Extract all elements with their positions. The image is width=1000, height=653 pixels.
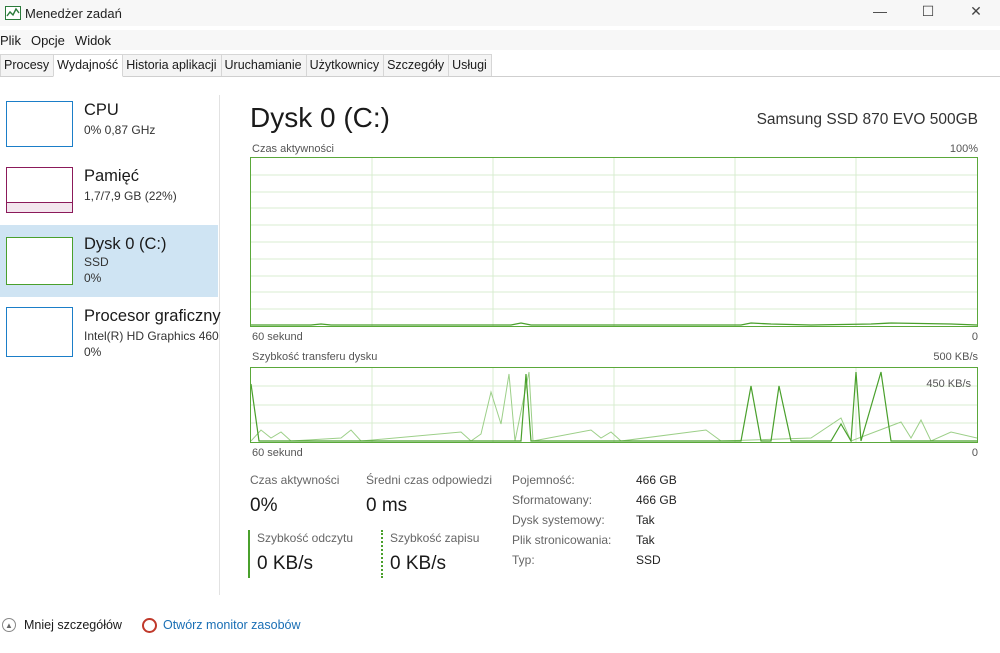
sidebar-item-detail: Intel(R) HD Graphics 460	[84, 329, 219, 343]
gpu-thumbnail-graph	[6, 307, 73, 357]
read-speed-indicator	[248, 530, 250, 578]
performance-sidebar: CPU 0% 0,87 GHz Pamięć 1,7/7,9 GB (22%) …	[0, 95, 221, 595]
sidebar-item-label: Dysk 0 (C:)	[84, 235, 167, 253]
active-time-graph-label: Czas aktywności	[252, 143, 334, 155]
capacity-label: Pojemność:	[512, 473, 575, 487]
formatted-value: 466 GB	[636, 493, 677, 507]
fewer-details-label: Mniej szczegółów	[24, 618, 122, 632]
footer-bar: ▲ Mniej szczegółów Otwórz monitor zasobó…	[0, 612, 1000, 638]
avg-response-stat-value: 0 ms	[366, 495, 408, 516]
page-title: Dysk 0 (C:)	[250, 102, 390, 133]
sidebar-item-label: Pamięć	[84, 167, 140, 185]
chevron-up-icon: ▲	[2, 618, 16, 632]
tab-bar: Procesy Wydajność Historia aplikacji Uru…	[0, 54, 1000, 77]
sidebar-item-cpu[interactable]: CPU 0% 0,87 GHz	[0, 95, 218, 167]
type-label: Typ:	[512, 553, 535, 567]
page-file-label: Plik stronicowania:	[512, 533, 612, 547]
menu-view[interactable]: Widok	[75, 33, 116, 48]
open-resource-monitor-link[interactable]: Otwórz monitor zasobów	[141, 617, 301, 633]
sidebar-item-label: Procesor graficzny	[84, 307, 221, 325]
title-bar: Menedżer zadań — ☐ ✕	[0, 0, 1000, 26]
write-speed-stat-value: 0 KB/s	[390, 553, 446, 574]
capacity-value: 466 GB	[636, 473, 677, 487]
transfer-rate-graph-timespan: 60 sekund	[252, 447, 303, 459]
sidebar-item-memory[interactable]: Pamięć 1,7/7,9 GB (22%)	[0, 161, 218, 233]
memory-usage-fill	[7, 202, 72, 212]
transfer-rate-graph-label: Szybkość transferu dysku	[252, 351, 378, 363]
sidebar-item-detail: 1,7/7,9 GB (22%)	[84, 189, 177, 203]
maximize-button[interactable]: ☐	[904, 0, 952, 22]
type-value: SSD	[636, 553, 661, 567]
open-resource-monitor-label: Otwórz monitor zasobów	[162, 618, 301, 632]
transfer-rate-graph-max: 500 KB/s	[933, 351, 978, 363]
tab-performance[interactable]: Wydajność	[53, 54, 124, 77]
memory-thumbnail-graph	[6, 167, 73, 213]
tab-users[interactable]: Użytkownicy	[305, 54, 385, 76]
write-speed-indicator	[381, 530, 383, 578]
window-controls: — ☐ ✕	[856, 0, 1000, 22]
window-title: Menedżer zadań	[25, 5, 122, 21]
tab-processes[interactable]: Procesy	[0, 54, 55, 76]
page-file-value: Tak	[636, 533, 655, 547]
disk-thumbnail-graph	[6, 237, 73, 285]
active-time-stat-value: 0%	[250, 495, 278, 516]
fewer-details-button[interactable]: ▲ Mniej szczegółów	[0, 618, 122, 632]
active-time-graph-plot	[251, 158, 977, 326]
graph-grid	[251, 368, 977, 442]
read-speed-stat-value: 0 KB/s	[257, 553, 313, 574]
active-time-stat-label: Czas aktywności	[250, 473, 340, 487]
cpu-thumbnail-graph	[6, 101, 73, 147]
system-disk-value: Tak	[636, 513, 655, 527]
formatted-label: Sformatowany:	[512, 493, 593, 507]
close-button[interactable]: ✕	[952, 0, 1000, 22]
menu-file[interactable]: Plik	[0, 33, 26, 48]
menu-bar: Plik Opcje Widok	[0, 30, 1000, 50]
write-speed-stat-label: Szybkość zapisu	[390, 531, 480, 545]
sidebar-item-usage: 0%	[84, 271, 102, 285]
tab-startup[interactable]: Uruchamianie	[220, 54, 307, 76]
sidebar-item-gpu[interactable]: Procesor graficzny Intel(R) HD Graphics …	[0, 301, 221, 373]
sidebar-item-detail: 0% 0,87 GHz	[84, 123, 156, 137]
transfer-rate-graph: 450 KB/s	[250, 367, 978, 443]
device-model: Samsung SSD 870 EVO 500GB	[756, 111, 978, 128]
active-time-graph-min: 0	[971, 331, 978, 343]
menu-options[interactable]: Opcje	[31, 33, 70, 48]
transfer-rate-inner-scale: 450 KB/s	[926, 378, 971, 390]
minimize-button[interactable]: —	[856, 0, 904, 22]
read-speed-stat-label: Szybkość odczytu	[257, 531, 354, 545]
avg-response-stat-label: Średni czas odpowiedzi	[366, 473, 493, 487]
transfer-rate-graph-min: 0	[971, 447, 978, 459]
active-time-graph-max: 100%	[949, 143, 978, 155]
tab-app-history[interactable]: Historia aplikacji	[122, 54, 222, 76]
transfer-rate-graph-plot	[251, 368, 977, 442]
sidebar-item-detail: SSD	[84, 255, 109, 269]
task-manager-icon	[5, 6, 21, 20]
resource-monitor-icon	[141, 617, 157, 633]
tab-details[interactable]: Szczegóły	[383, 54, 450, 76]
active-time-graph-timespan: 60 sekund	[252, 331, 303, 343]
tab-services[interactable]: Usługi	[448, 54, 492, 76]
sidebar-item-label: CPU	[84, 101, 119, 119]
sidebar-item-usage: 0%	[84, 345, 102, 359]
sidebar-item-disk-0[interactable]: Dysk 0 (C:) SSD 0%	[0, 225, 218, 297]
active-time-graph	[250, 157, 978, 327]
graph-grid	[251, 158, 977, 326]
system-disk-label: Dysk systemowy:	[512, 513, 605, 527]
